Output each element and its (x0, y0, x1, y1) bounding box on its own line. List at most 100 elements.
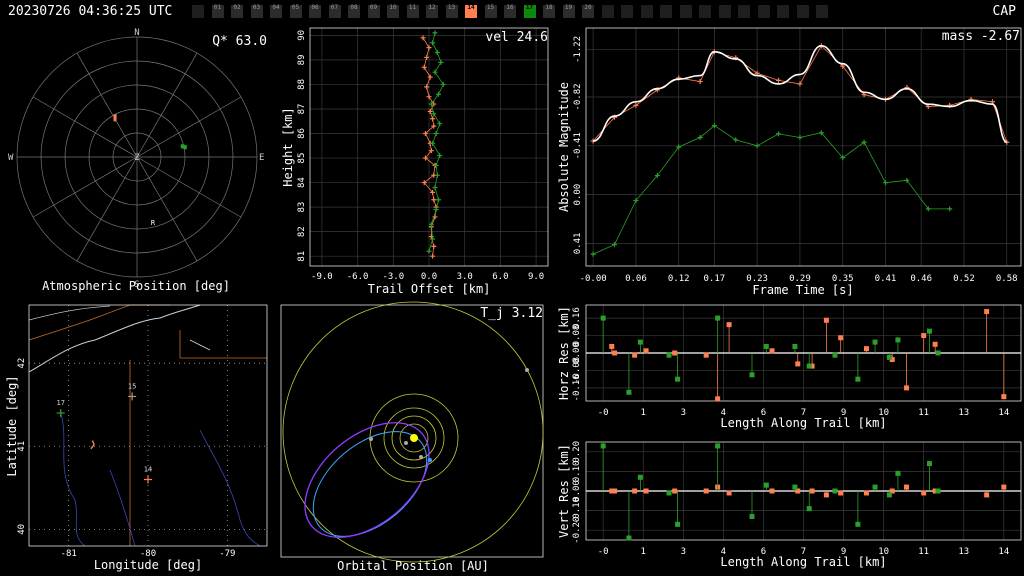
residual-point (872, 484, 878, 490)
y-tick-label: 82 (297, 226, 307, 237)
residual-point (726, 490, 732, 496)
residual-point (795, 361, 801, 367)
polar-spoke (136, 96, 242, 158)
map-river (109, 469, 136, 547)
polar-spoke (32, 96, 138, 158)
trail-point (432, 69, 438, 75)
trail-point (437, 153, 443, 159)
x-tick-label: 13 (958, 408, 969, 418)
polar-spoke (136, 156, 198, 262)
y-tick-label: -1.22 (573, 36, 583, 63)
residual-point (932, 341, 938, 347)
residual-point (600, 315, 606, 321)
residual-point (832, 352, 838, 358)
residual-point (1001, 394, 1007, 400)
compass-radiant: R (151, 219, 156, 227)
trail-point (431, 111, 437, 117)
trail-point (434, 172, 440, 178)
residual-point (872, 339, 878, 345)
x-tick-label: -0 (598, 408, 609, 418)
x-tick-label: 6.0 (492, 272, 508, 282)
map-xlabel: Longitude [deg] (94, 558, 202, 572)
residual-point (886, 354, 892, 360)
residual-point (792, 343, 798, 349)
residual-point (926, 328, 932, 334)
polar-point (113, 114, 117, 119)
y-tick-label: 89 (297, 54, 307, 65)
residual-point (984, 492, 990, 498)
trail-point (434, 50, 440, 56)
residual-point (666, 352, 672, 358)
map-coastline (28, 305, 111, 321)
mag-point (776, 77, 782, 83)
residual-point (632, 488, 638, 494)
mag-point (612, 242, 618, 248)
y-tick-label: 88 (297, 79, 307, 90)
map-ylabel: Latitude [deg] (5, 375, 19, 476)
residual-point (626, 535, 632, 541)
residual-point (921, 333, 927, 339)
x-tick-label: 14 (998, 408, 1009, 418)
y-tick-label: -0.20 (572, 517, 582, 544)
mag-point (754, 143, 760, 149)
residual-point (643, 348, 649, 354)
x-tick-label: 3 (681, 547, 686, 557)
orbit-outer-planet (282, 301, 544, 563)
x-tick-label: -3.0 (382, 272, 404, 282)
mag-point (697, 79, 703, 85)
y-tick-label: 0.41 (573, 233, 583, 255)
trail-point (424, 84, 430, 90)
mag-point (797, 134, 803, 140)
y-tick-label: 85 (297, 153, 307, 164)
residual-point (921, 490, 927, 496)
residual-point (666, 490, 672, 496)
residual-point (838, 490, 844, 496)
y-tick-label: -0.16 (572, 374, 582, 401)
trail-title: vel 24.6 (485, 30, 548, 45)
map-coastline (189, 339, 211, 351)
residual-point (935, 488, 941, 494)
residual-point (823, 317, 829, 323)
x-tick-label: -0 (598, 547, 609, 557)
residual-point (637, 474, 643, 480)
orbit-meteoroid (304, 422, 430, 538)
residual-point (612, 488, 618, 494)
planet-marker (419, 455, 423, 459)
trail-point (433, 207, 439, 213)
station-label: 15 (128, 382, 136, 390)
x-tick-label: 0.0 (421, 272, 437, 282)
residual-point (926, 461, 932, 467)
trail-point (432, 30, 438, 36)
residual-point (935, 350, 941, 356)
station-marker (128, 392, 137, 401)
x-tick-label: 0.06 (625, 274, 647, 284)
figure-canvas: NESW ZRQ* 63.0Atmospheric Position [deg]-… (5, 27, 1022, 573)
y-tick-label: 81 (297, 251, 307, 262)
x-tick-label: 0.52 (953, 274, 975, 284)
polar-spoke (32, 156, 138, 218)
trail-point (440, 81, 446, 87)
trail-point (426, 94, 432, 100)
trail-point (437, 121, 443, 127)
map-river (199, 429, 261, 547)
orbit-title: T_j 3.12 (480, 306, 543, 321)
trail-point (438, 59, 444, 65)
trail-series-line (428, 32, 444, 252)
residual-point (715, 443, 721, 449)
y-tick-label: 84 (297, 177, 307, 188)
y-tick-label: -0.82 (573, 83, 583, 110)
compass-zenith: Z (134, 153, 140, 163)
x-tick-label: -0.00 (580, 274, 607, 284)
residual-point (832, 488, 838, 494)
orbit-xlabel: Orbital Position [AU] (337, 559, 489, 573)
y-tick-label: 86 (297, 128, 307, 139)
trail-point (430, 40, 436, 46)
polar-spoke (76, 156, 138, 262)
y-tick-label: -0.41 (573, 132, 583, 159)
residual-point (715, 396, 721, 402)
x-tick-label: 11 (918, 408, 929, 418)
x-tick-label: 13 (958, 547, 969, 557)
x-tick-label: 9.0 (528, 272, 544, 282)
trail-point (436, 197, 442, 203)
planet-marker (404, 441, 408, 445)
